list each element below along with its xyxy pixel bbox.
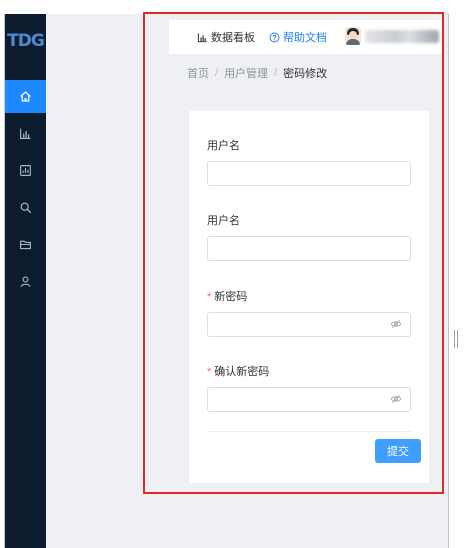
username-input[interactable]: [207, 161, 411, 186]
help-circle-icon: [269, 32, 280, 42]
required-mark: *: [207, 366, 212, 378]
sidebar-item-charts[interactable]: [5, 117, 46, 150]
folder-icon: [20, 240, 31, 250]
breadcrumb-home[interactable]: 首页: [187, 65, 209, 81]
breadcrumb-user-management[interactable]: 用户管理: [224, 65, 268, 81]
breadcrumb-separator: /: [274, 67, 278, 79]
password-change-form: 用户名 用户名 * 新密码 * 确认新密码 提交: [189, 111, 429, 483]
sidebar: TDG: [5, 14, 46, 548]
home-icon: [20, 91, 31, 102]
username-confirm-input[interactable]: [207, 236, 411, 261]
eye-hidden-icon[interactable]: [390, 318, 402, 330]
bar-chart-icon: [197, 32, 207, 42]
user-name-redacted[interactable]: [365, 30, 439, 43]
sidebar-item-home[interactable]: [5, 80, 46, 113]
username-label: 用户名: [207, 140, 240, 152]
new-password-input[interactable]: [207, 312, 411, 337]
required-mark: *: [207, 291, 212, 303]
form-divider: [207, 431, 411, 432]
search-icon: [20, 202, 32, 214]
sidebar-item-reports[interactable]: [5, 154, 46, 187]
help-docs-label: 帮助文档: [283, 32, 327, 44]
top-header: 数据看板 帮助文档: [169, 20, 443, 54]
confirm-password-label: * 确认新密码: [207, 366, 270, 378]
avatar[interactable]: [345, 27, 361, 45]
submit-button[interactable]: 提交: [375, 439, 421, 463]
new-password-label: * 新密码: [207, 291, 248, 303]
app-logo: TDG: [7, 31, 45, 51]
breadcrumb-current: 密码修改: [283, 68, 328, 80]
eye-hidden-icon[interactable]: [390, 393, 402, 405]
window-right-edge: [448, 14, 449, 548]
help-docs-link[interactable]: 帮助文档: [269, 29, 327, 45]
user-icon: [20, 276, 31, 288]
dashboard-link[interactable]: 数据看板: [197, 29, 255, 45]
report-icon: [20, 165, 31, 176]
sidebar-item-files[interactable]: [5, 228, 46, 261]
dashboard-link-label: 数据看板: [211, 32, 255, 44]
sidebar-item-search[interactable]: [5, 191, 46, 224]
confirm-password-input[interactable]: [207, 387, 411, 412]
resize-handle[interactable]: [454, 330, 458, 348]
breadcrumb-separator: /: [215, 67, 219, 79]
bar-chart-icon: [20, 128, 31, 139]
username-confirm-label: 用户名: [207, 215, 240, 227]
sidebar-item-users[interactable]: [5, 265, 46, 298]
breadcrumb: 首页 / 用户管理 / 密码修改: [187, 65, 327, 81]
